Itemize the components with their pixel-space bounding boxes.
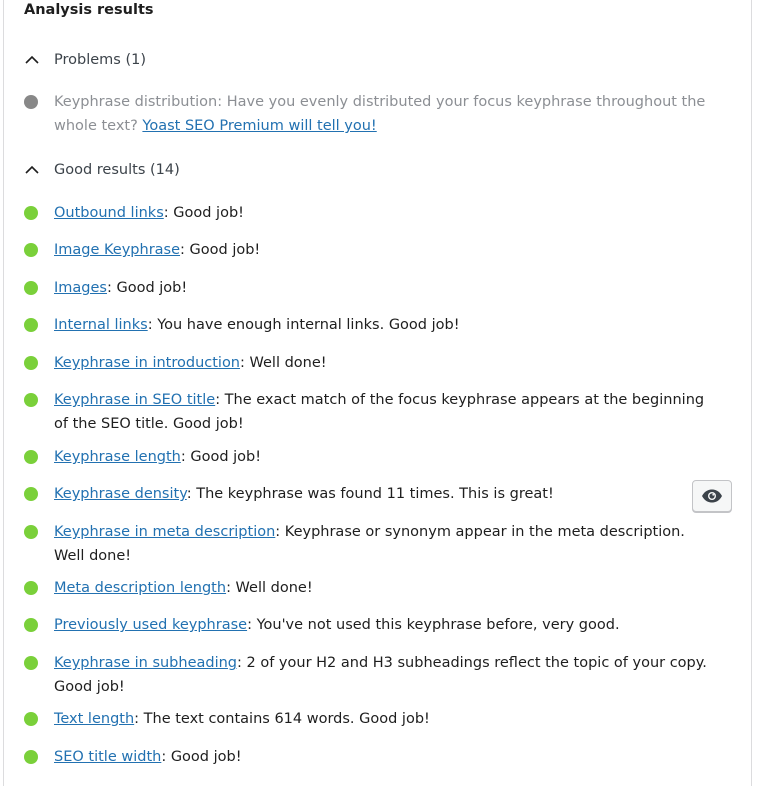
result-link[interactable]: Text length — [54, 711, 134, 727]
good-status-dot — [24, 356, 38, 370]
chevron-up-icon — [25, 55, 39, 64]
result-link[interactable]: Outbound links — [54, 205, 164, 221]
good-result-item: Images: Good job! — [24, 276, 714, 300]
good-status-dot — [24, 206, 38, 220]
problems-section-label: Problems (1) — [54, 52, 146, 68]
good-result-item: Image Keyphrase: Good job! — [24, 238, 714, 262]
result-text: Internal links: You have enough internal… — [54, 313, 709, 337]
good-status-dot — [24, 712, 38, 726]
good-result-item: Keyphrase length: Good job! — [24, 445, 714, 469]
result-text: Text length: The text contains 614 words… — [54, 707, 709, 731]
good-status-dot — [24, 318, 38, 332]
result-text: Images: Good job! — [54, 276, 709, 300]
result-link[interactable]: Keyphrase in subheading — [54, 655, 237, 671]
result-link[interactable]: Keyphrase in meta description — [54, 524, 275, 540]
good-result-item: Internal links: You have enough internal… — [24, 313, 714, 337]
result-text: Meta description length: Well done! — [54, 576, 709, 600]
good-result-item: SEO title width: Good job! — [24, 745, 714, 769]
good-result-item: Outbound links: Good job! — [24, 201, 714, 225]
good-status-dot — [24, 487, 38, 501]
result-message: : The text contains 614 words. Good job! — [134, 711, 430, 727]
result-message: : Good job! — [106, 280, 188, 296]
result-link[interactable]: Internal links — [54, 317, 148, 333]
problem-status-dot — [24, 95, 38, 109]
good-status-dot — [24, 656, 38, 670]
result-message: : Good job! — [163, 205, 244, 221]
result-text: Keyphrase in introduction: Well done! — [54, 351, 709, 375]
good-result-item: Keyphrase in subheading: 2 of your H2 an… — [24, 651, 714, 699]
result-text: Keyphrase in meta description: Keyphrase… — [54, 520, 709, 568]
problem-text: Keyphrase distribution: Have you evenly … — [54, 90, 709, 138]
good-status-dot — [24, 393, 38, 407]
result-link[interactable]: Keyphrase length — [54, 449, 181, 465]
good-status-dot — [24, 281, 38, 295]
result-text: Keyphrase in SEO title: The exact match … — [54, 388, 709, 436]
highlight-keyphrase-density-button[interactable] — [692, 480, 732, 512]
good-result-item: Keyphrase in meta description: Keyphrase… — [24, 520, 714, 568]
result-link[interactable]: Images — [54, 280, 107, 296]
good-status-dot — [24, 450, 38, 464]
result-text: Outbound links: Good job! — [54, 201, 709, 225]
good-status-dot — [24, 750, 38, 764]
good-result-item: Previously used keyphrase: You've not us… — [24, 613, 714, 637]
good-result-item: Text length: The text contains 614 words… — [24, 707, 714, 731]
problem-item: Keyphrase distribution: Have you evenly … — [24, 90, 714, 138]
result-link[interactable]: Image Keyphrase — [54, 242, 180, 258]
result-message: : Well done! — [226, 580, 313, 596]
good-status-dot — [24, 581, 38, 595]
good-results-section-label: Good results (14) — [54, 162, 180, 178]
good-status-dot — [24, 618, 38, 632]
result-message: : Good job! — [180, 449, 262, 465]
result-link[interactable]: Previously used keyphrase — [54, 617, 247, 633]
result-message: : The keyphrase was found 11 times. This… — [186, 486, 554, 502]
result-link[interactable]: Keyphrase density — [54, 486, 187, 502]
result-text: Previously used keyphrase: You've not us… — [54, 613, 709, 637]
result-message: : Good job! — [161, 749, 242, 765]
result-link[interactable]: Meta description length — [54, 580, 226, 596]
good-status-dot — [24, 243, 38, 257]
good-result-item: Meta description length: Well done! — [24, 576, 714, 600]
panel-title: Analysis results — [24, 2, 154, 18]
result-message: : You have enough internal links. Good j… — [147, 317, 460, 333]
result-message: : Good job! — [180, 242, 261, 258]
result-text: Keyphrase length: Good job! — [54, 445, 709, 469]
good-result-item: Keyphrase in introduction: Well done! — [24, 351, 714, 375]
result-text: Keyphrase in subheading: 2 of your H2 an… — [54, 651, 709, 699]
result-text: Image Keyphrase: Good job! — [54, 238, 709, 262]
premium-link[interactable]: Yoast SEO Premium will tell you! — [142, 118, 376, 134]
good-result-item: Keyphrase in SEO title: The exact match … — [24, 388, 714, 436]
chevron-up-icon — [25, 165, 39, 174]
result-link[interactable]: Keyphrase in SEO title — [54, 392, 215, 408]
result-message: : Well done! — [240, 355, 327, 371]
good-results-section-toggle[interactable]: Good results (14) — [22, 158, 180, 182]
good-status-dot — [24, 525, 38, 539]
analysis-results-panel: Analysis results Problems (1) Keyphrase … — [3, 0, 752, 786]
result-link[interactable]: Keyphrase in introduction — [54, 355, 240, 371]
good-result-item: Keyphrase density: The keyphrase was fou… — [24, 482, 714, 506]
result-message: : You've not used this keyphrase before,… — [247, 617, 620, 633]
result-link[interactable]: SEO title width — [54, 749, 161, 765]
result-text: SEO title width: Good job! — [54, 745, 709, 769]
eye-icon — [702, 489, 722, 503]
result-text: Keyphrase density: The keyphrase was fou… — [54, 482, 709, 506]
problems-section-toggle[interactable]: Problems (1) — [22, 48, 146, 72]
